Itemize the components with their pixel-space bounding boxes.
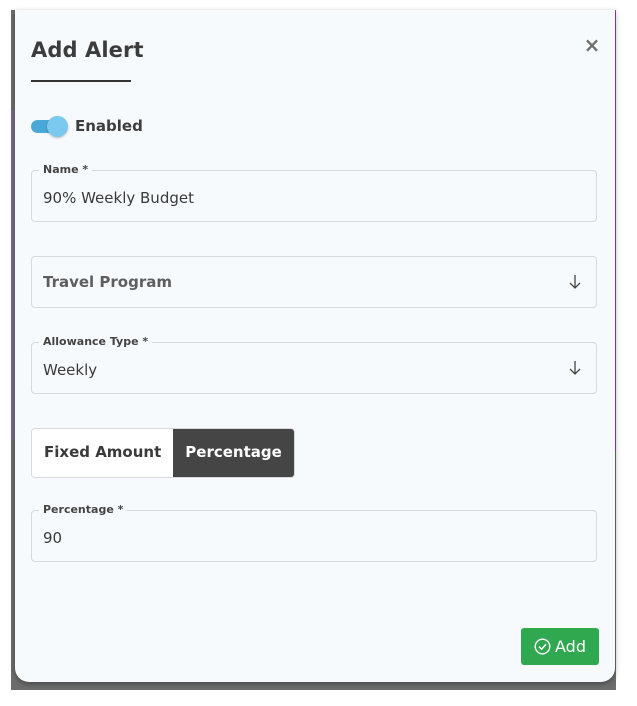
name-field-label: Name * bbox=[39, 163, 93, 176]
name-field[interactable]: Name * 90% Weekly Budget bbox=[31, 163, 597, 222]
percentage-field-value: 90 bbox=[43, 529, 63, 547]
close-icon[interactable]: × bbox=[582, 34, 602, 56]
percentage-option[interactable]: Percentage bbox=[173, 429, 294, 477]
enabled-toggle-row: Enabled bbox=[31, 114, 143, 138]
allowance-type-select[interactable]: Allowance Type * Weekly bbox=[31, 335, 597, 394]
check-circle-icon bbox=[534, 638, 551, 655]
add-alert-dialog: Add Alert × Enabled Name * 90% Weekly Bu… bbox=[15, 10, 615, 682]
travel-program-select[interactable]: Travel Program bbox=[31, 256, 597, 308]
arrow-down-icon bbox=[569, 361, 581, 375]
title-underline bbox=[31, 80, 131, 82]
add-button[interactable]: Add bbox=[521, 628, 599, 665]
name-field-value: 90% Weekly Budget bbox=[43, 189, 194, 207]
allowance-type-value: Weekly bbox=[43, 361, 98, 379]
fixed-amount-option[interactable]: Fixed Amount bbox=[32, 429, 174, 477]
allowance-type-label: Allowance Type * bbox=[39, 335, 153, 348]
enabled-label: Enabled bbox=[75, 117, 143, 135]
add-button-label: Add bbox=[555, 637, 586, 656]
travel-program-placeholder: Travel Program bbox=[43, 273, 173, 291]
dialog-title: Add Alert bbox=[31, 38, 144, 62]
percentage-field-label: Percentage * bbox=[39, 503, 128, 516]
amount-mode-toggle: Fixed Amount Percentage bbox=[31, 428, 295, 478]
enabled-toggle[interactable] bbox=[31, 116, 68, 137]
arrow-down-icon bbox=[569, 275, 581, 289]
percentage-field[interactable]: Percentage * 90 bbox=[31, 503, 597, 562]
toggle-thumb bbox=[47, 116, 68, 137]
